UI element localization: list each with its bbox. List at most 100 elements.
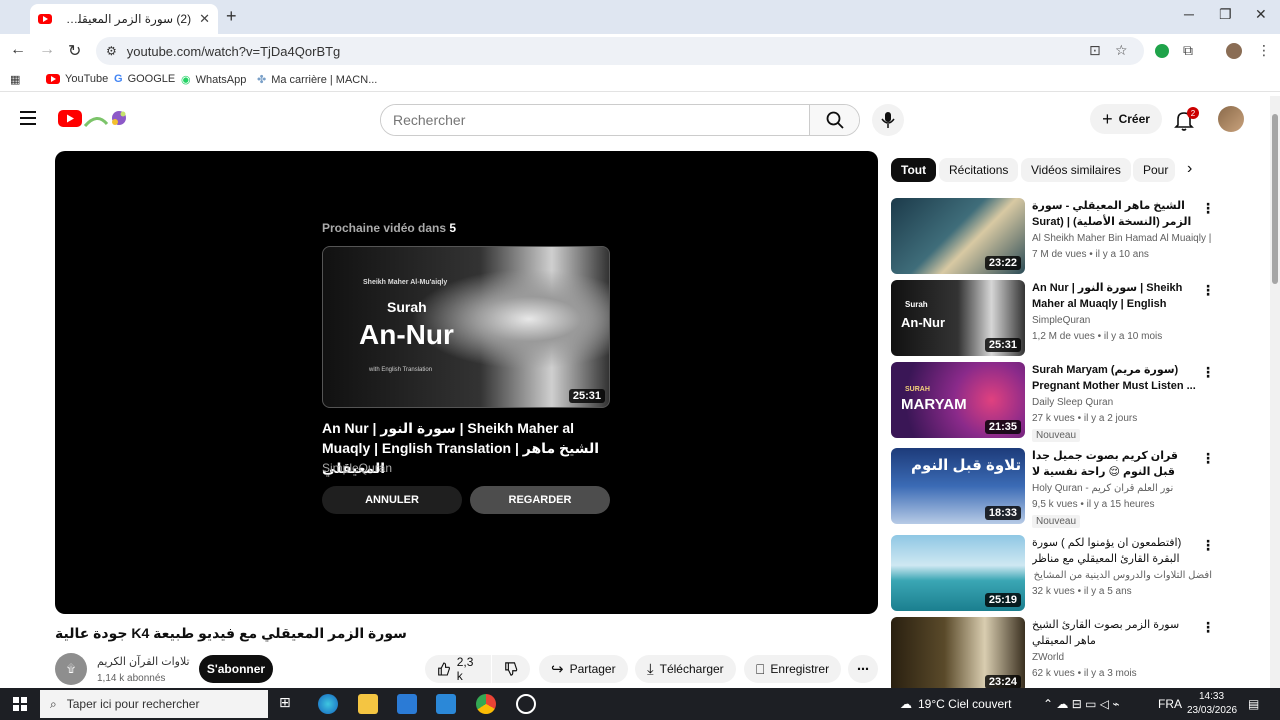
tray-icons[interactable]: ⌃ ☁ ⊟ ▭ ◁ ⌁ bbox=[1043, 697, 1120, 711]
url-text: youtube.com/watch?v=TjDa4QorBTg bbox=[126, 43, 341, 59]
bookmark-google[interactable]: G GOOGLE bbox=[114, 73, 175, 85]
chrome-icon[interactable] bbox=[476, 694, 496, 714]
download-button[interactable]: ⤓ Télécharger bbox=[635, 655, 736, 683]
address-bar[interactable]: ⚙ youtube.com/watch?v=TjDa4QorBTg bbox=[96, 37, 1144, 65]
rec-title: الشيخ ماهر المعيقلي - سورة الزمر (النسخة… bbox=[1032, 200, 1192, 228]
recommendation-item[interactable]: 23:22 الشيخ ماهر المعيقلي - سورة الزمر (… bbox=[891, 198, 1221, 274]
rec-title: (افتطمعون ان يؤمنوا لكم ) سورة البقرة ال… bbox=[1032, 537, 1182, 565]
recommendation-item[interactable]: 23:24 سورة الزمر بصوت القارئ الشيخ ماهر … bbox=[891, 617, 1221, 688]
bookmark-youtube[interactable]: YouTube bbox=[46, 73, 108, 85]
chip-for-you[interactable]: Pour bbox=[1133, 158, 1175, 182]
mail-icon[interactable] bbox=[436, 694, 456, 714]
bookmark-ma-carriere[interactable]: ✤ Ma carrière | MACN... bbox=[257, 73, 377, 87]
clock-date[interactable]: 23/03/2026 bbox=[1187, 705, 1237, 716]
dislike-button[interactable] bbox=[492, 655, 530, 683]
watch-button[interactable]: REGARDER bbox=[470, 486, 610, 514]
minimize-icon[interactable]: ─ bbox=[1184, 6, 1194, 22]
chip-recitations[interactable]: Récitations bbox=[939, 158, 1019, 182]
task-view-icon[interactable]: ⊞ bbox=[279, 694, 299, 714]
more-vertical-icon[interactable]: ⋮ bbox=[1201, 619, 1215, 636]
rec-title: Surah Maryam (سورة مريم) Pregnant Mother… bbox=[1032, 364, 1196, 392]
thumb-text: تلاوة قبل النوم bbox=[911, 457, 1022, 474]
thumb-name: An-Nur bbox=[901, 315, 946, 330]
channel-name[interactable]: تلاوات القرآن الكريم bbox=[97, 655, 190, 668]
save-button[interactable]: ⎕ Enregistrer bbox=[744, 655, 842, 683]
maximize-icon[interactable]: ❐ bbox=[1219, 6, 1232, 23]
recommendation-item[interactable]: 25:19 (افتطمعون ان يؤمنوا لكم ) سورة الب… bbox=[891, 535, 1221, 611]
page-scrollbar[interactable] bbox=[1270, 96, 1280, 690]
thumb-text: SURAH bbox=[905, 386, 930, 393]
youtube-favicon-icon bbox=[38, 14, 52, 24]
more-vertical-icon[interactable]: ⋮ bbox=[1201, 450, 1215, 467]
store-icon[interactable] bbox=[397, 694, 417, 714]
clock-time[interactable]: 14:33 bbox=[1199, 691, 1224, 702]
back-icon[interactable]: ← bbox=[10, 41, 26, 59]
account-avatar[interactable] bbox=[1218, 106, 1244, 132]
new-tab-icon[interactable]: + bbox=[226, 6, 237, 27]
profile-avatar-icon[interactable] bbox=[1226, 43, 1242, 59]
windows-start-icon[interactable] bbox=[13, 697, 27, 711]
rec-thumbnail: SURAH MARYAM 21:35 bbox=[891, 362, 1025, 438]
site-info-icon[interactable]: ⚙ bbox=[106, 44, 117, 58]
browser-menu-icon[interactable]: ⋮ bbox=[1257, 42, 1271, 59]
channel-avatar[interactable]: ۩ bbox=[55, 653, 87, 685]
tab-close-icon[interactable]: ✕ bbox=[199, 11, 210, 27]
whatsapp-icon: ◉ bbox=[181, 74, 191, 86]
new-badge: Nouveau bbox=[1032, 515, 1081, 528]
download-label: Télécharger bbox=[659, 662, 724, 676]
search-input[interactable] bbox=[381, 105, 809, 135]
more-horizontal-icon: ⋯ bbox=[857, 662, 869, 676]
weather-icon: ☁ bbox=[900, 697, 912, 711]
more-vertical-icon[interactable]: ⋮ bbox=[1201, 364, 1215, 381]
chevron-right-icon[interactable]: › bbox=[1187, 160, 1192, 178]
bookmark-star-icon[interactable]: ☆ bbox=[1115, 42, 1128, 59]
share-button[interactable]: ↪ Partager bbox=[539, 655, 628, 683]
duration-badge: 23:22 bbox=[984, 256, 1021, 270]
rec-title: An Nur | سورة النور | Sheikh Maher al Mu… bbox=[1032, 282, 1183, 310]
youtube-logo[interactable] bbox=[57, 106, 133, 132]
more-actions-button[interactable]: ⋯ bbox=[848, 655, 878, 683]
bookmark-whatsapp[interactable]: ◉ WhatsApp bbox=[181, 73, 246, 87]
language-indicator[interactable]: FRA bbox=[1158, 697, 1182, 711]
reload-icon[interactable]: ↻ bbox=[68, 41, 81, 61]
browser-tab[interactable]: (2) سورة الزمر المعيقلي مع فيديو ✕ bbox=[30, 4, 218, 34]
extension-green-icon[interactable] bbox=[1155, 44, 1169, 58]
weather-text[interactable]: 19°C Ciel couvert bbox=[918, 697, 1012, 711]
recommendation-item[interactable]: تلاوة قبل النوم 18:33 قران كريم بصوت جمي… bbox=[891, 448, 1221, 528]
more-vertical-icon[interactable]: ⋮ bbox=[1201, 537, 1215, 554]
recommendation-item[interactable]: Surah An-Nur 25:31 An Nur | سورة النور |… bbox=[891, 280, 1221, 356]
notification-center-icon[interactable]: ▤ bbox=[1248, 697, 1259, 711]
more-vertical-icon[interactable]: ⋮ bbox=[1201, 282, 1215, 299]
browser-tab-strip: (2) سورة الزمر المعيقلي مع فيديو ✕ + ─ ❐… bbox=[0, 0, 1280, 34]
extensions-icon[interactable]: ⧉ bbox=[1183, 42, 1193, 59]
scrollbar-thumb[interactable] bbox=[1272, 114, 1278, 284]
menu-icon[interactable] bbox=[20, 111, 36, 125]
voice-search-button[interactable] bbox=[872, 104, 904, 136]
search-icon: ⌕ bbox=[50, 696, 57, 711]
cancel-button[interactable]: ANNULER bbox=[322, 486, 462, 514]
search-button[interactable] bbox=[809, 105, 859, 135]
more-vertical-icon[interactable]: ⋮ bbox=[1201, 200, 1215, 217]
rec-thumbnail: 23:24 bbox=[891, 617, 1025, 688]
rec-channel: Al Sheikh Maher Bin Hamad Al Muaiqly |..… bbox=[1032, 233, 1212, 244]
rec-title: قران كريم بصوت جميل جدا قبل النوم 😌 راحة… bbox=[1032, 450, 1179, 478]
chip-similar-videos[interactable]: Vidéos similaires bbox=[1021, 158, 1131, 182]
edge-icon[interactable] bbox=[318, 694, 338, 714]
recommendation-item[interactable]: SURAH MARYAM 21:35 Surah Maryam (سورة مر… bbox=[891, 362, 1221, 442]
forward-icon[interactable]: → bbox=[39, 41, 55, 59]
windows-taskbar: ⌕ Taper ici pour rechercher ⊞ ☁ 19°C Cie… bbox=[0, 688, 1280, 720]
like-button[interactable]: 2,3 k bbox=[425, 655, 491, 683]
subscribe-button[interactable]: S'abonner bbox=[199, 655, 273, 683]
app-icon[interactable] bbox=[516, 694, 536, 714]
file-explorer-icon[interactable] bbox=[358, 694, 378, 714]
create-button[interactable]: + Créer bbox=[1090, 104, 1162, 134]
up-next-thumbnail[interactable]: Sheikh Maher Al-Mu'aiqly Surah An-Nur wi… bbox=[322, 246, 610, 408]
rec-meta: 7 M de vues • il y a 10 ans bbox=[1032, 249, 1149, 260]
duration-badge: 21:35 bbox=[984, 420, 1021, 434]
window-close-icon[interactable]: ✕ bbox=[1255, 6, 1267, 23]
chip-all[interactable]: Tout bbox=[891, 158, 937, 182]
download-icon: ⤓ bbox=[647, 660, 654, 678]
taskbar-search[interactable]: ⌕ Taper ici pour rechercher bbox=[40, 690, 268, 718]
install-app-icon[interactable]: ⊡ bbox=[1089, 42, 1101, 59]
apps-grid-icon[interactable]: ▦ bbox=[10, 73, 20, 86]
